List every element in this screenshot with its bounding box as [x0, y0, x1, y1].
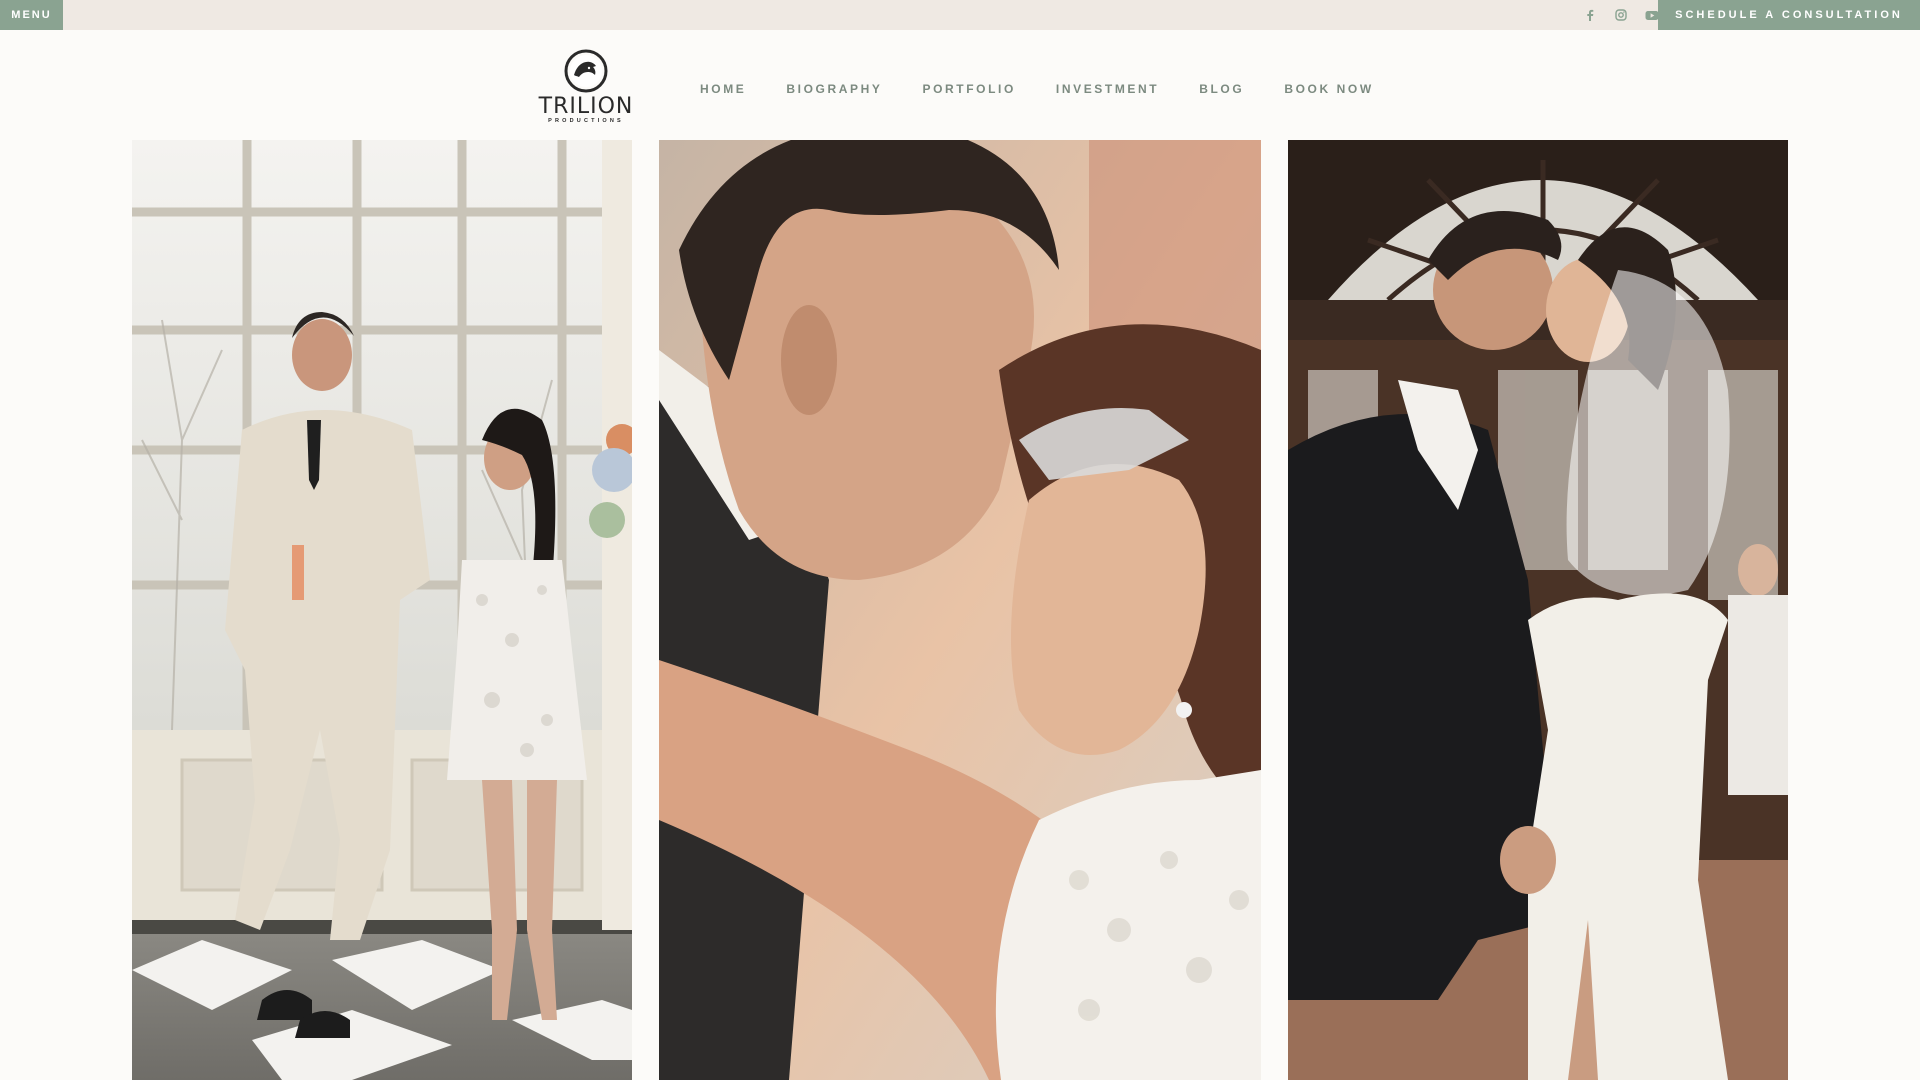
gallery-photo-couple-closeup[interactable] — [659, 140, 1261, 1080]
gallery-photo-window-couple[interactable] — [132, 140, 632, 1080]
nav-book-now[interactable]: BOOK NOW — [1284, 82, 1373, 96]
brand-name: TRILION — [538, 94, 634, 119]
nav-blog[interactable]: BLOG — [1199, 82, 1244, 96]
brand-logo[interactable]: TRILION PRODUCTIONS — [536, 48, 636, 124]
nav-investment[interactable]: INVESTMENT — [1056, 82, 1159, 96]
social-links — [1581, 0, 1660, 30]
brand-tagline: PRODUCTIONS — [548, 118, 624, 124]
schedule-consultation-button[interactable]: SCHEDULE A CONSULTATION — [1658, 0, 1920, 30]
menu-button[interactable]: MENU — [0, 0, 63, 30]
panther-logo-icon — [564, 49, 608, 93]
facebook-icon[interactable] — [1581, 7, 1598, 24]
main-nav: HOME BIOGRAPHY PORTFOLIO INVESTMENT BLOG… — [700, 80, 1374, 98]
top-bar: MENU SCHEDULE A CONSULTATION — [0, 0, 1920, 30]
nav-portfolio[interactable]: PORTFOLIO — [922, 82, 1015, 96]
gallery-photo-ceremony-kiss[interactable] — [1288, 140, 1788, 1080]
instagram-icon[interactable] — [1612, 7, 1629, 24]
nav-biography[interactable]: BIOGRAPHY — [786, 82, 882, 96]
nav-home[interactable]: HOME — [700, 82, 746, 96]
